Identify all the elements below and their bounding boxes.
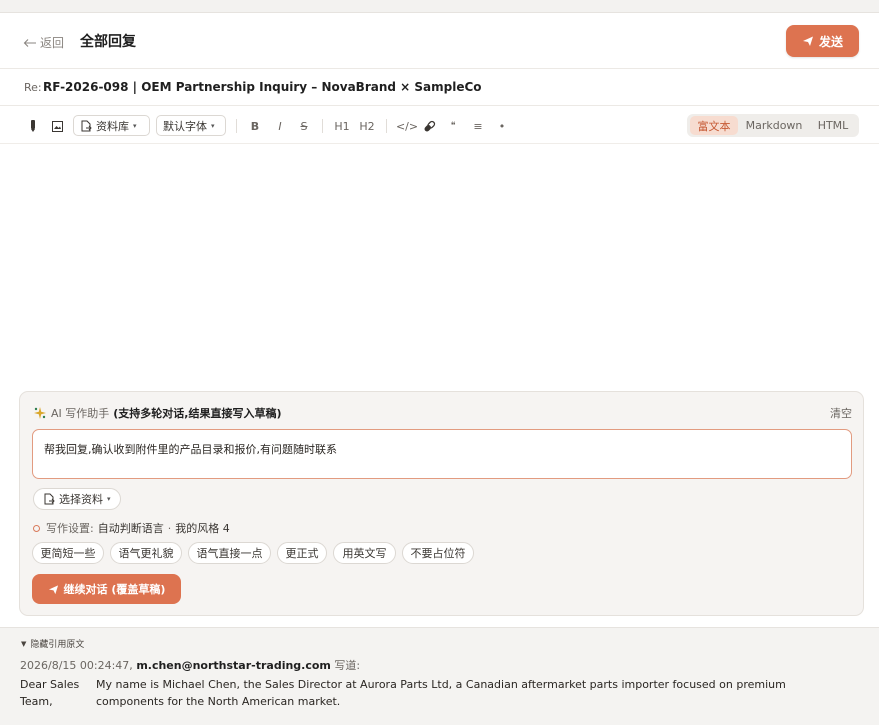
bold-button[interactable]: B [248,116,262,136]
list-button[interactable]: ≡ [471,116,485,136]
italic-button[interactable]: I [273,116,287,136]
send-icon [802,35,814,47]
ai-label-note: (支持多轮对话,结果直接写入草稿) [113,407,282,420]
ai-prompt-input[interactable] [32,429,852,479]
subject-text[interactable]: RF-2026-098 | OEM Partnership Inquiry – … [43,80,482,94]
toolbar-divider [322,119,323,133]
chevron-down-icon: ▾ [211,121,215,130]
subject-row: Re: RF-2026-098 | OEM Partnership Inquir… [0,70,879,106]
sparkle-icon [33,406,47,420]
chip-shorter[interactable]: 更简短一些 [32,542,104,564]
document-icon [80,120,92,132]
quote-greeting: Dear Sales Team, [20,678,80,708]
h2-button[interactable]: H2 [357,116,377,136]
font-label: 默认字体 [163,119,207,133]
tab-html[interactable]: HTML [810,116,856,135]
ai-label: AI 写作助手 [51,407,110,420]
send-icon [48,584,59,595]
send-label: 发送 [818,34,843,49]
editor-mode-switch: 富文本 Markdown HTML [687,114,859,137]
settings-circle-icon [33,524,40,532]
quote-meta: 2026/8/15 00:24:47, m.chen@northstar-tra… [20,657,360,673]
tab-rich-text[interactable]: 富文本 [690,116,738,135]
select-material-button[interactable]: 选择资料 ▾ [33,488,121,510]
hide-quote-label: 隐藏引用原文 [30,640,85,650]
chip-english[interactable]: 用英文写 [333,542,396,564]
send-button[interactable]: 发送 [786,25,859,57]
toolbar-divider [236,119,237,133]
code-button[interactable]: </> [396,116,418,136]
writing-settings[interactable]: 写作设置: 自动判断语言 · 我的风格 4 [33,520,230,536]
hide-quote-toggle[interactable]: ▼ 隐藏引用原文 [21,637,85,651]
chevron-down-icon: ▾ [133,121,137,130]
quoted-original: ▼ 隐藏引用原文 2026/8/15 00:24:47, m.chen@nort… [0,627,879,725]
back-label: 返回 [40,36,65,50]
library-label: 资料库 [96,119,129,133]
continue-conversation-button[interactable]: 继续对话 (覆盖草稿) [32,574,181,604]
image-icon[interactable] [50,116,64,136]
bullet-button[interactable]: • [495,116,509,136]
editor-toolbar: 资料库 ▾ 默认字体 ▾ B I S H1 H2 </> ❝ ≡ • 富文本 M… [0,107,879,144]
chip-formal[interactable]: 更正式 [277,542,327,564]
h1-button[interactable]: H1 [332,116,352,136]
ai-assistant-panel: AI 写作助手 (支持多轮对话,结果直接写入草稿) 清空 选择资料 ▾ 写作设置… [19,391,864,616]
link-icon[interactable] [421,116,437,136]
quote-sender: m.chen@northstar-trading.com [136,659,331,672]
font-dropdown[interactable]: 默认字体 ▾ [156,115,226,136]
library-dropdown[interactable]: 资料库 ▾ [73,115,150,136]
quote-body: My name is Michael Chen, the Sales Direc… [96,678,786,708]
settings-separator: · [167,521,172,535]
caret-down-icon: ▼ [21,639,27,648]
page-title: 全部回复 [80,34,136,50]
quote-timestamp: 2026/8/15 00:24:47, [20,659,133,672]
chip-polite[interactable]: 语气更礼貌 [110,542,182,564]
tab-markdown[interactable]: Markdown [742,116,806,135]
back-button[interactable]: 返回 [23,34,64,51]
settings-label: 写作设置: [46,522,94,535]
quote-wrote: 写道: [334,659,361,672]
arrow-left-icon [23,38,37,48]
document-icon [43,493,55,505]
toolbar-divider [386,119,387,133]
compose-header: 返回 全部回复 发送 [0,13,879,69]
top-strip [0,0,879,13]
quote-button[interactable]: ❝ [446,116,460,136]
select-material-label: 选择资料 [59,493,103,506]
chip-no-placeholder[interactable]: 不要占位符 [402,542,474,564]
pen-icon[interactable] [27,116,39,136]
strike-button[interactable]: S [297,116,311,136]
clear-button[interactable]: 清空 [830,405,852,421]
chip-direct[interactable]: 语气直接一点 [188,542,271,564]
settings-language: 自动判断语言 [97,522,164,535]
chevron-down-icon: ▾ [107,495,111,503]
editor-body[interactable] [0,145,879,385]
continue-label: 继续对话 (覆盖草稿) [63,583,166,596]
ai-header: AI 写作助手 (支持多轮对话,结果直接写入草稿) [33,405,282,421]
subject-prefix: Re: [24,81,42,94]
settings-style: 我的风格 4 [175,522,230,535]
